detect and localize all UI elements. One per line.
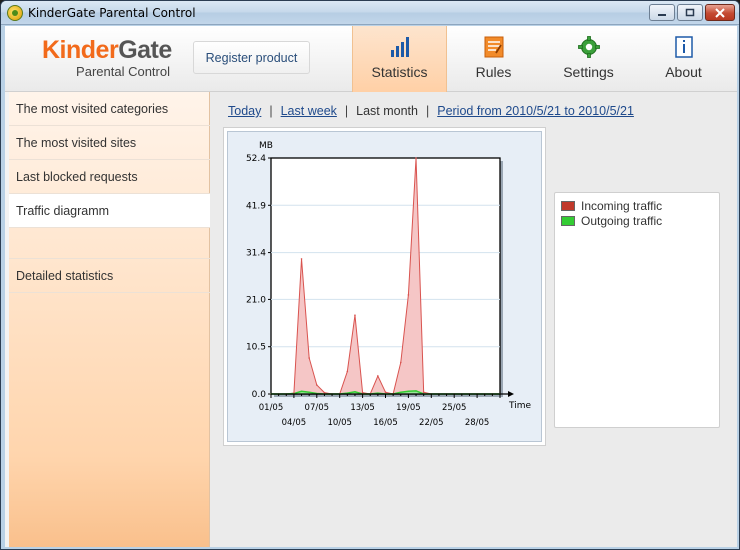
incoming-data-point <box>323 391 326 394</box>
chart-legend: Incoming traffic Outgoing traffic <box>554 192 720 428</box>
close-icon <box>715 7 725 18</box>
kindergate-logo: KinderGate Parental Control <box>42 36 172 79</box>
statistics-sidebar: The most visited categories The most vis… <box>9 92 210 547</box>
outgoing-data-point <box>308 391 310 393</box>
traffic-chart-svg: 52.4 41.9 31.4 21.0 10.5 0.0 MB 01/05 07/05 13/05… <box>246 141 532 428</box>
x-tick-label: 07/05 <box>305 403 330 413</box>
period-range-link[interactable]: Period from 2010/5/21 to 2010/5/21 <box>437 104 634 118</box>
x-tick-label: 01/05 <box>259 403 284 413</box>
period-today-link[interactable]: Today <box>228 104 261 118</box>
incoming-data-point <box>308 357 310 359</box>
outgoing-data-point <box>300 390 303 392</box>
outgoing-data-point <box>354 391 356 393</box>
traffic-chart: 52.4 41.9 31.4 21.0 10.5 0.0 MB 01/05 07/05 13/05… <box>227 131 542 442</box>
app-window: KinderGate Parental Control KinderGate P… <box>0 0 740 550</box>
period-separator: | <box>269 104 273 118</box>
legend-label-incoming: Incoming traffic <box>581 199 663 213</box>
incoming-data-point <box>354 314 356 316</box>
maximize-icon <box>685 8 695 16</box>
rules-document-icon <box>484 36 503 58</box>
traffic-chart-panel: 52.4 41.9 31.4 21.0 10.5 0.0 MB 01/05 07/05 13/05… <box>223 127 546 446</box>
logo-kinder: Kinder <box>42 36 119 64</box>
sidebar-item-traffic-diagram[interactable]: Traffic diagramm <box>9 194 210 228</box>
x-tick-label: 13/05 <box>350 403 375 413</box>
period-separator: | <box>344 104 349 118</box>
title-bar[interactable]: KinderGate Parental Control <box>1 1 739 25</box>
incoming-data-point <box>384 391 387 393</box>
legend-item-incoming: Incoming traffic <box>561 199 662 213</box>
period-selector: Today | Last week | Last month | Period from 2… <box>228 104 634 118</box>
legend-swatch-outgoing <box>561 216 575 226</box>
y-tick-label: 31.4 <box>246 249 266 259</box>
sidebar-item-visited-categories[interactable]: The most visited categories <box>9 92 210 126</box>
outgoing-data-point <box>407 390 409 392</box>
outgoing-data-point <box>400 391 402 393</box>
tab-statistics-label: Statistics <box>371 64 428 80</box>
x-tick-label: 16/05 <box>373 418 398 428</box>
logo-subtitle: Parental Control <box>76 64 170 79</box>
incoming-data-point <box>415 157 417 159</box>
window-title: KinderGate Parental Control <box>28 6 196 20</box>
tab-statistics[interactable]: Statistics <box>352 26 447 92</box>
y-tick-label: 52.4 <box>246 154 266 164</box>
incoming-data-point <box>422 391 425 393</box>
outgoing-data-point <box>415 390 417 392</box>
incoming-data-point <box>300 258 303 260</box>
x-axis-arrow <box>508 391 514 397</box>
minimize-icon <box>658 13 666 16</box>
y-tick-label: 10.5 <box>246 343 266 353</box>
kindergate-app-icon <box>7 5 23 21</box>
x-tick-label: 19/05 <box>396 403 421 413</box>
incoming-data-point <box>407 294 410 296</box>
main-panel: Today | Last week | Last month | Period from 2… <box>210 92 737 547</box>
incoming-data-point <box>361 391 364 394</box>
y-tick-label: 41.9 <box>246 201 266 211</box>
close-button[interactable] <box>705 4 735 21</box>
incoming-data-point <box>377 375 379 377</box>
x-axis-label: Time <box>508 401 531 411</box>
tab-rules[interactable]: Rules <box>446 26 541 92</box>
tab-settings-label: Settings <box>563 64 614 80</box>
incoming-data-point <box>316 384 318 386</box>
minimize-button[interactable] <box>649 4 675 21</box>
maximize-button[interactable] <box>677 4 703 21</box>
y-tick-label: 21.0 <box>246 295 266 305</box>
sidebar-item-detailed-statistics[interactable]: Detailed statistics <box>9 259 210 293</box>
sidebar-separator <box>9 228 210 259</box>
x-tick-label: 28/05 <box>465 418 490 428</box>
legend-item-outgoing: Outgoing traffic <box>561 214 662 228</box>
incoming-data-point <box>346 370 349 373</box>
tab-rules-label: Rules <box>475 64 512 80</box>
legend-label-outgoing: Outgoing traffic <box>581 214 663 228</box>
info-icon <box>674 36 693 58</box>
sidebar-item-visited-sites[interactable]: The most visited sites <box>9 126 210 160</box>
sidebar-item-blocked-requests[interactable]: Last blocked requests <box>9 160 210 194</box>
y-axis-label: MB <box>259 141 273 151</box>
x-tick-label: 25/05 <box>442 403 467 413</box>
logo-gate: Gate <box>118 36 172 64</box>
tab-about-label: About <box>665 64 702 80</box>
x-tick-label: 22/05 <box>419 418 444 428</box>
period-last-week-link[interactable]: Last week <box>281 104 337 118</box>
period-last-month-current: Last month <box>356 104 418 118</box>
x-tick-label: 04/05 <box>282 418 307 428</box>
tab-settings[interactable]: Settings <box>541 26 636 92</box>
bar-chart-icon <box>390 37 409 57</box>
y-tick-label: 0.0 <box>252 390 267 400</box>
legend-swatch-incoming <box>561 201 575 211</box>
period-separator: | <box>425 104 430 118</box>
tab-about[interactable]: About <box>636 26 731 92</box>
register-product-button[interactable]: Register product <box>193 41 310 74</box>
gear-icon <box>577 36 600 58</box>
toolbar: KinderGate Parental Control Register pro… <box>5 26 737 92</box>
incoming-data-point <box>399 361 402 364</box>
x-tick-label: 10/05 <box>327 418 352 428</box>
client-area: KinderGate Parental Control Register pro… <box>5 26 737 547</box>
